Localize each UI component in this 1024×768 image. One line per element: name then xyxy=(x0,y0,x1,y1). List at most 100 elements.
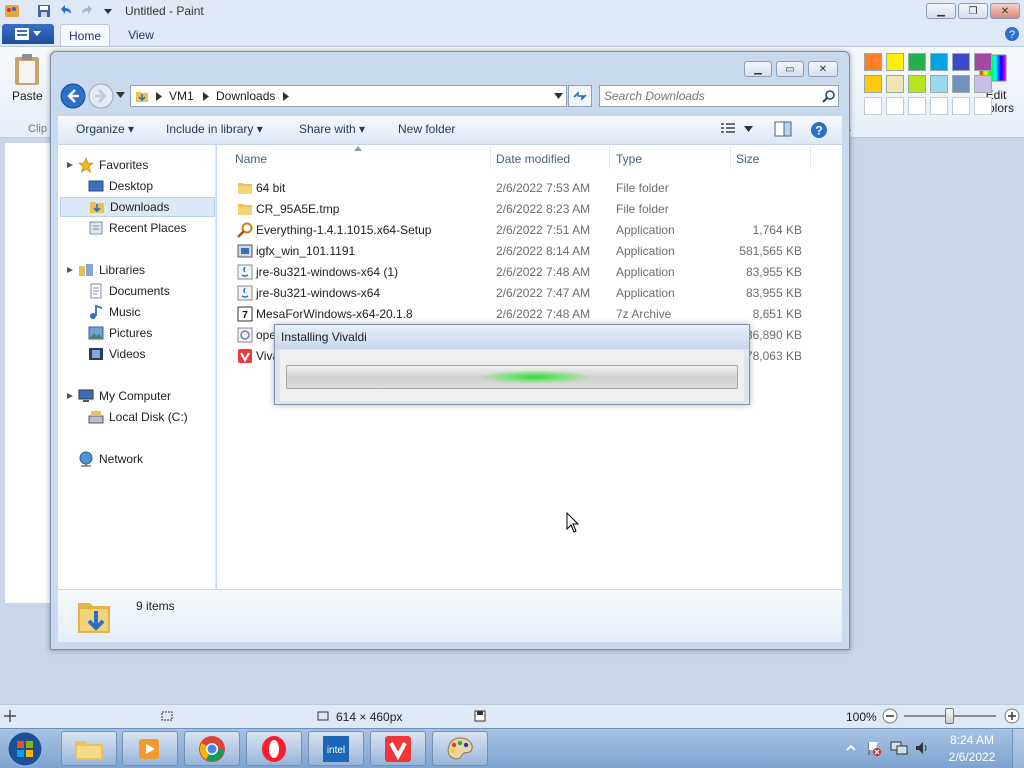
help-icon[interactable]: ? xyxy=(810,121,828,139)
refresh-button[interactable] xyxy=(568,85,592,107)
redo-icon[interactable] xyxy=(80,3,96,19)
color-swatch[interactable] xyxy=(952,75,970,93)
include-in-library-button[interactable]: Include in library ▾ xyxy=(166,122,263,136)
breadcrumb-separator-icon[interactable] xyxy=(203,92,209,101)
paint-app-icon[interactable] xyxy=(4,3,20,19)
view-options-icon[interactable] xyxy=(720,122,736,136)
address-bar[interactable]: VM1 Downloads xyxy=(130,85,567,107)
taskbar-vivaldi-button[interactable] xyxy=(370,731,426,766)
taskbar-paint-button[interactable] xyxy=(432,731,488,766)
color-swatch[interactable] xyxy=(930,75,948,93)
color-swatch[interactable] xyxy=(908,53,926,71)
volume-icon[interactable] xyxy=(914,740,930,756)
tree-recent-places[interactable]: Recent Places xyxy=(58,218,216,238)
breadcrumb-downloads[interactable]: Downloads xyxy=(216,89,275,103)
file-row[interactable]: jre-8u321-windows-x64 (1) 2/6/2022 7:48 … xyxy=(233,261,813,282)
color-swatch[interactable] xyxy=(952,97,970,115)
forward-button[interactable] xyxy=(88,83,114,109)
column-divider[interactable] xyxy=(730,147,731,169)
taskbar-media-player-button[interactable] xyxy=(122,731,178,766)
tree-my-computer[interactable]: My Computer xyxy=(58,386,216,406)
color-swatch[interactable] xyxy=(864,97,882,115)
search-box[interactable] xyxy=(599,85,839,107)
action-center-flag-icon[interactable] xyxy=(866,740,882,756)
color-swatch[interactable] xyxy=(864,53,882,71)
paint-file-menu-button[interactable] xyxy=(2,24,54,44)
start-button[interactable] xyxy=(6,730,44,768)
color-swatch[interactable] xyxy=(974,53,992,71)
color-swatch[interactable] xyxy=(952,53,970,71)
expand-arrow-icon[interactable] xyxy=(66,392,74,400)
organize-button[interactable]: Organize ▾ xyxy=(76,122,134,136)
color-swatch[interactable] xyxy=(886,53,904,71)
show-hidden-icons-icon[interactable] xyxy=(846,743,856,753)
column-divider[interactable] xyxy=(490,147,491,169)
color-swatch[interactable] xyxy=(886,97,904,115)
column-header-type[interactable]: Type xyxy=(616,152,642,166)
taskbar-intel-button[interactable]: intel xyxy=(308,731,364,766)
tree-documents[interactable]: Documents xyxy=(58,281,216,301)
taskbar-explorer-button[interactable] xyxy=(61,731,117,766)
network-tray-icon[interactable] xyxy=(890,740,908,756)
explorer-minimize-button[interactable]: ▁ xyxy=(744,61,772,77)
zoom-slider-thumb[interactable] xyxy=(945,708,954,724)
save-icon[interactable] xyxy=(36,3,52,19)
back-button[interactable] xyxy=(60,83,86,109)
new-folder-button[interactable]: New folder xyxy=(398,122,455,136)
breadcrumb-separator-icon[interactable] xyxy=(156,92,162,101)
show-desktop-button[interactable] xyxy=(1012,729,1024,768)
file-row[interactable]: jre-8u321-windows-x64 2/6/2022 7:47 AM A… xyxy=(233,282,813,303)
tree-music[interactable]: Music xyxy=(58,302,216,322)
tree-local-disk[interactable]: Local Disk (C:) xyxy=(58,407,216,427)
color-swatch[interactable] xyxy=(886,75,904,93)
clock-date[interactable]: 2/6/2022 xyxy=(944,750,1000,764)
color-swatch[interactable] xyxy=(930,53,948,71)
color-swatch[interactable] xyxy=(908,97,926,115)
tree-pictures[interactable]: Pictures xyxy=(58,323,216,343)
taskbar-chrome-button[interactable] xyxy=(184,731,240,766)
help-icon[interactable]: ? xyxy=(1004,26,1020,42)
column-header-name[interactable]: Name xyxy=(235,152,267,166)
view-dropdown-icon[interactable] xyxy=(744,126,753,133)
search-icon[interactable] xyxy=(822,89,836,103)
preview-pane-icon[interactable] xyxy=(774,121,792,137)
zoom-out-icon[interactable] xyxy=(882,708,898,724)
paint-canvas[interactable] xyxy=(5,143,55,603)
column-divider[interactable] xyxy=(810,147,811,169)
clock-time[interactable]: 8:24 AM xyxy=(944,733,1000,747)
paint-restore-button[interactable]: ❐ xyxy=(958,3,988,19)
tree-desktop[interactable]: Desktop xyxy=(58,176,216,196)
file-row[interactable]: Everything-1.4.1.1015.x64-Setup 2/6/2022… xyxy=(233,219,813,240)
explorer-close-button[interactable]: ✕ xyxy=(808,61,838,77)
file-row[interactable]: 7 MesaForWindows-x64-20.1.8 2/6/2022 7:4… xyxy=(233,303,813,324)
breadcrumb-separator-icon[interactable] xyxy=(283,92,289,101)
quick-access-dropdown-icon[interactable] xyxy=(100,3,116,19)
color-swatch[interactable] xyxy=(864,75,882,93)
column-divider[interactable] xyxy=(609,147,610,169)
tab-view[interactable]: View xyxy=(118,24,164,46)
share-with-button[interactable]: Share with ▾ xyxy=(299,122,365,136)
color-swatch[interactable] xyxy=(974,75,992,93)
paint-close-button[interactable]: ✕ xyxy=(990,3,1020,19)
paste-icon[interactable] xyxy=(12,53,42,87)
column-header-date-modified[interactable]: Date modified xyxy=(496,152,570,166)
taskbar-opera-button[interactable] xyxy=(246,731,302,766)
tree-network[interactable]: Network xyxy=(58,449,216,469)
undo-icon[interactable] xyxy=(57,3,73,19)
zoom-in-icon[interactable] xyxy=(1004,708,1020,724)
search-input[interactable] xyxy=(604,87,814,105)
address-history-dropdown-icon[interactable] xyxy=(554,93,563,100)
paint-minimize-button[interactable]: ▁ xyxy=(926,3,956,19)
column-header-size[interactable]: Size xyxy=(736,152,759,166)
tree-downloads[interactable]: Downloads xyxy=(60,197,215,217)
file-row[interactable]: CR_95A5E.tmp 2/6/2022 8:23 AM File folde… xyxy=(233,198,813,219)
breadcrumb-vm1[interactable]: VM1 xyxy=(169,89,194,103)
file-row[interactable]: igfx_win_101.1191 2/6/2022 8:14 AM Appli… xyxy=(233,240,813,261)
tree-favorites[interactable]: Favorites xyxy=(58,155,216,175)
file-row[interactable]: 64 bit 2/6/2022 7:53 AM File folder xyxy=(233,177,813,198)
color-swatch[interactable] xyxy=(974,97,992,115)
color-swatch[interactable] xyxy=(908,75,926,93)
color-swatch[interactable] xyxy=(930,97,948,115)
expand-arrow-icon[interactable] xyxy=(66,266,74,274)
explorer-maximize-button[interactable]: ▭ xyxy=(776,61,804,77)
